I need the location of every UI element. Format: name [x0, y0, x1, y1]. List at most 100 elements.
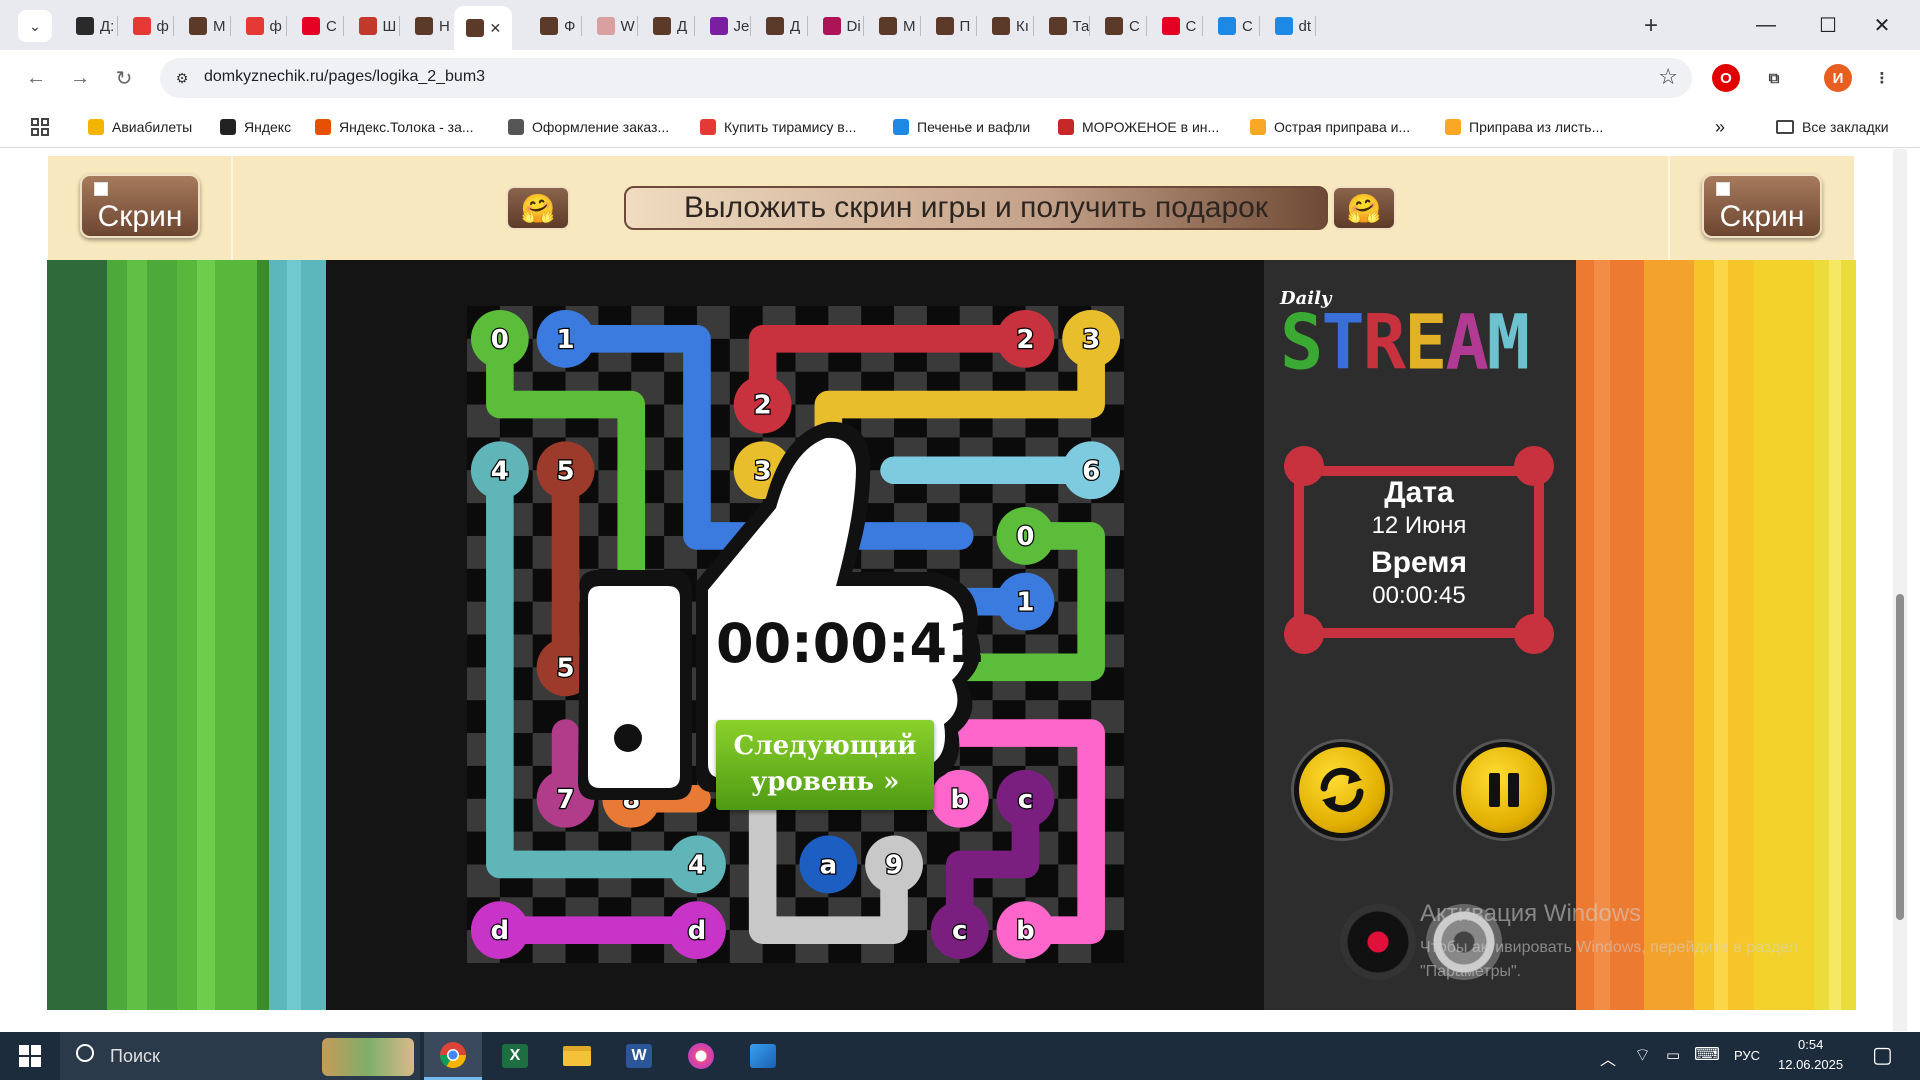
battery-icon[interactable]: ▭	[1666, 1046, 1680, 1064]
windows-taskbar: Поиск X W ︿ ⌔ ▭ ⌨ РУС 0:54 12.06.2025 ▢	[0, 1032, 1920, 1080]
flow-endpoint[interactable]: 4	[470, 441, 529, 500]
close-window-button[interactable]: ✕	[1854, 0, 1910, 50]
itunes-taskbar-icon[interactable]	[672, 1032, 730, 1080]
flow-endpoint[interactable]: d	[470, 901, 529, 960]
browser-tab[interactable]: dt	[1261, 8, 1331, 44]
new-tab-button[interactable]: +	[1644, 12, 1658, 40]
keyboard-icon[interactable]: ⌨	[1694, 1044, 1720, 1065]
apps-icon[interactable]	[30, 116, 50, 138]
flow-endpoint[interactable]: c	[996, 769, 1055, 828]
tab-favicon-icon	[358, 17, 377, 35]
taskbar-search[interactable]: Поиск	[60, 1032, 420, 1080]
bookmark-item[interactable]: Яндекс	[220, 116, 291, 138]
site-info-icon[interactable]: ⚙	[170, 66, 194, 90]
logo-letter: R	[1362, 297, 1406, 387]
close-tab-icon[interactable]: ✕	[490, 20, 502, 37]
extensions-icon[interactable]: ⧉	[1760, 64, 1788, 92]
flow-endpoint[interactable]: c	[930, 901, 989, 960]
address-bar[interactable]: ⚙ domkyznechik.ru/pages/logika_2_bum3 ☆	[160, 58, 1692, 98]
bookmark-item[interactable]: Печенье и вафли	[893, 116, 1030, 138]
share-screenshot-banner-button[interactable]: Выложить скрин игры и получить подарок	[624, 186, 1328, 230]
back-button[interactable]: ←	[22, 64, 50, 92]
tab-label: С	[1129, 17, 1140, 35]
flow-endpoint[interactable]: 2	[996, 309, 1055, 368]
tray-up-arrow-icon[interactable]: ︿	[1600, 1046, 1616, 1070]
forward-button[interactable]: →	[66, 64, 94, 92]
screenshot-button-left[interactable]: Скрин	[80, 174, 200, 238]
endpoint-label: a	[820, 850, 838, 880]
flow-endpoint[interactable]: 0	[470, 309, 529, 368]
explorer-taskbar-icon[interactable]	[548, 1032, 606, 1080]
bookmark-item[interactable]: Яндекс.Толока - за...	[315, 116, 474, 138]
tab-favicon-icon	[76, 17, 94, 35]
browser-tab[interactable]: ✕	[453, 6, 512, 50]
tab-label: М	[213, 17, 226, 35]
flow-endpoint[interactable]: 0	[996, 507, 1055, 565]
tab-search-button[interactable]: ⌄	[18, 10, 52, 42]
bookmark-label: Оформление заказ...	[532, 119, 670, 135]
minimize-button[interactable]: —	[1738, 0, 1794, 50]
flow-endpoint[interactable]: b	[996, 901, 1055, 960]
emoji-button-left[interactable]: 🤗	[506, 186, 570, 230]
refresh-icon	[1320, 767, 1364, 813]
next-level-button[interactable]: Следующий уровень »	[716, 720, 934, 810]
maximize-button[interactable]: ☐	[1800, 0, 1856, 50]
bookmark-item[interactable]: Оформление заказ...	[508, 116, 669, 138]
avatar[interactable]: И	[1824, 64, 1852, 92]
browser-toolbar: ← → ↻ ⚙ domkyznechik.ru/pages/logika_2_b…	[0, 50, 1920, 106]
hugging-face-icon: 🤗	[520, 192, 556, 224]
tab-separator	[399, 16, 400, 36]
language-indicator[interactable]: РУС	[1734, 1048, 1760, 1063]
scroll-thumb[interactable]	[1896, 594, 1904, 920]
activation-watermark-title: Активация Windows	[1420, 900, 1642, 927]
clock-time[interactable]: 0:54	[1798, 1037, 1823, 1052]
menu-icon[interactable]: ⋮	[1868, 64, 1896, 92]
flow-endpoint[interactable]: 4	[668, 835, 726, 894]
reload-button[interactable]: ↻	[110, 64, 138, 92]
bookmark-item[interactable]: Купить тирамису в...	[700, 116, 856, 138]
tab-favicon-icon	[245, 17, 264, 35]
opera-extension-icon[interactable]: O	[1712, 64, 1740, 92]
all-bookmarks-button[interactable]: Все закладки	[1776, 116, 1889, 138]
bookmark-label: Печенье и вафли	[917, 119, 1031, 135]
emoji-button-right[interactable]: 🤗	[1332, 186, 1396, 230]
bookmark-item[interactable]: Авиабилеты	[88, 116, 192, 138]
page-scrollbar[interactable]	[1893, 149, 1907, 1031]
restart-button[interactable]	[1294, 742, 1390, 838]
bookmark-item[interactable]: Приправа из листь...	[1445, 116, 1603, 138]
flow-endpoint[interactable]: d	[668, 901, 726, 960]
more-bookmarks-button[interactable]: »	[1715, 116, 1725, 138]
flow-endpoint[interactable]: 1	[536, 309, 595, 368]
flow-endpoint[interactable]: a	[799, 835, 858, 894]
tab-label: Кı	[1016, 17, 1029, 35]
tab-label: Д	[677, 17, 688, 35]
tab-label: С	[1242, 17, 1253, 35]
bookmark-label: Авиабилеты	[112, 119, 193, 135]
clock-date[interactable]: 12.06.2025	[1778, 1057, 1843, 1072]
music-toggle-icon[interactable]	[1340, 904, 1416, 980]
flow-endpoint[interactable]: 6	[1062, 441, 1121, 500]
screenshot-label: Скрин	[97, 200, 183, 233]
bookmark-star-icon[interactable]: ☆	[1658, 64, 1678, 90]
photos-taskbar-icon[interactable]	[734, 1032, 792, 1080]
bookmark-item[interactable]: Острая приправа и...	[1250, 116, 1410, 138]
bookmark-item[interactable]: МОРОЖЕНОЕ в ин...	[1058, 116, 1219, 138]
tab-separator	[1258, 16, 1260, 36]
tab-favicon-icon	[1274, 17, 1293, 35]
notifications-icon[interactable]: ▢	[1872, 1042, 1893, 1068]
flow-endpoint[interactable]: 3	[1062, 309, 1121, 368]
pause-button[interactable]	[1456, 742, 1552, 838]
endpoint-label: 2	[1016, 325, 1034, 355]
network-icon[interactable]: ⌔	[1634, 1044, 1651, 1067]
tab-separator	[1315, 16, 1316, 36]
screenshot-button-right[interactable]: Скрин	[1702, 174, 1822, 238]
tab-favicon-icon	[1218, 17, 1236, 35]
tab-strip: ⌄ Д: ф Мф С Ш Н ✕ Ф W Д Je Д Di М П Кı Та С С Сdt + — ☐ ✕	[0, 0, 1920, 50]
flow-endpoint[interactable]: 9	[865, 835, 923, 894]
tab-separator	[1202, 16, 1203, 36]
chrome-taskbar-icon[interactable]	[424, 1032, 482, 1080]
excel-taskbar-icon[interactable]: X	[486, 1032, 544, 1080]
word-taskbar-icon[interactable]: W	[610, 1032, 668, 1080]
start-button[interactable]	[0, 1032, 60, 1080]
flow-endpoint[interactable]: 1	[996, 572, 1055, 631]
